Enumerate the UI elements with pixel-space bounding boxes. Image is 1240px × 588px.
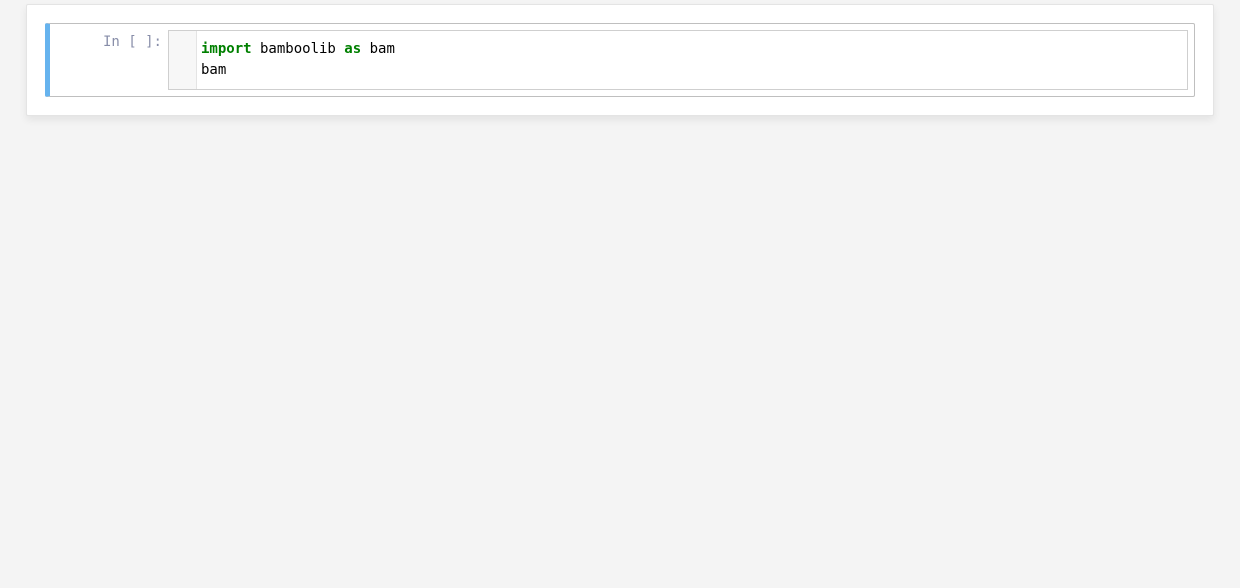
code-input-area[interactable]: import bamboolib as bam bam [168, 30, 1188, 90]
keyword-as: as [344, 41, 361, 57]
code-line-2: bam [201, 62, 226, 78]
module-name: bamboolib [252, 41, 345, 57]
prompt-label: In [ ]: [103, 34, 162, 50]
alias-name: bam [361, 41, 395, 57]
input-prompt: In [ ]: [50, 24, 168, 96]
notebook-container: In [ ]: import bamboolib as bam bam [26, 4, 1214, 116]
keyword-import: import [201, 41, 252, 57]
code-gutter [169, 31, 197, 89]
code-content[interactable]: import bamboolib as bam bam [197, 31, 1187, 89]
code-cell[interactable]: In [ ]: import bamboolib as bam bam [45, 23, 1195, 97]
